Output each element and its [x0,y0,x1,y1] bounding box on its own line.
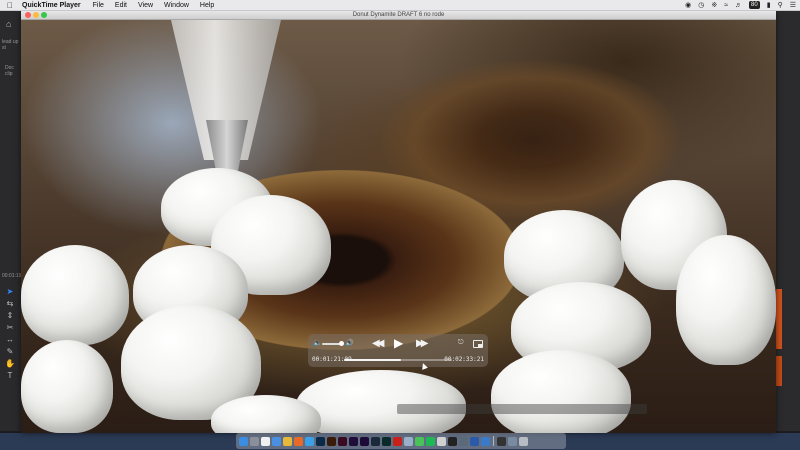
menu-help[interactable]: Help [200,2,214,9]
apple-logo-icon[interactable]:  [6,1,14,10]
type-tool-icon[interactable]: T [5,372,15,380]
selection-tool-icon[interactable]: ➤ [5,288,15,296]
indesign-icon[interactable] [338,436,347,446]
volume-high-icon[interactable]: 🔊 [345,339,354,347]
finder-icon[interactable] [239,436,248,446]
play-button[interactable]: ▶ [394,336,403,350]
launchpad-icon[interactable] [250,436,259,446]
editor-label: lead up st [2,39,19,51]
app-icon[interactable] [437,436,446,446]
fast-forward-button[interactable]: ▶▶ [416,338,429,349]
battery-icon[interactable]: ▮ [767,1,771,9]
playback-controls[interactable]: 🔈 🔊 ◀◀ ▶ ▶▶ ⎋ 00:01:21:09 00:02:33:21 [308,334,488,370]
duration-time: 00:02:33:21 [444,356,484,363]
dock [236,433,566,449]
tool-palette: ➤ ⇆ ⇕ ✂ ↔ ✎ ✋ T [5,288,15,380]
status-area: ◉ ◷ ※ ≈ ♬ 80 ▮ ⚲ ☰ [685,0,796,10]
safari-icon[interactable] [305,436,314,446]
media-encoder-icon[interactable] [371,436,380,446]
word-icon[interactable] [470,436,479,446]
quicktime-window: Donut Dynamite DRAFT 6 no rode 🔈 🔊 ◀◀ ▶ … [21,11,776,433]
background-app-edge [776,11,800,431]
dock-separator [493,436,494,446]
premiere-icon[interactable] [360,436,369,446]
razor-tool-icon[interactable]: ✂ [5,324,15,332]
after-effects-icon[interactable] [349,436,358,446]
scrub-bar-progress [344,359,402,361]
track-select-tool-icon[interactable]: ⇆ [5,300,15,308]
firefox-icon[interactable] [294,436,303,446]
video-frame[interactable] [21,20,776,433]
volume-low-icon[interactable]: 🔈 [313,339,322,347]
meringue-kiss [676,235,776,365]
trash-icon[interactable] [519,436,528,446]
pen-tool-icon[interactable]: ✎ [5,348,15,356]
menu-edit[interactable]: Edit [115,2,127,9]
timeline-clip [776,356,782,386]
menu-app-name[interactable]: QuickTime Player [22,2,81,9]
wifi-icon[interactable]: ≈ [724,2,728,9]
bluetooth-icon[interactable]: ※ [711,1,717,9]
chrome-icon[interactable] [283,436,292,446]
blurred-notification-bar [397,404,647,414]
screen-capture-icon[interactable] [497,436,506,446]
menu-window[interactable]: Window [164,2,189,9]
menu-file[interactable]: File [93,2,104,9]
folder-icon[interactable] [404,436,413,446]
notification-center-icon[interactable]: ☰ [790,1,796,9]
calendar-icon[interactable] [261,436,270,446]
timeline-clip [776,289,782,349]
editor-label: Doc clip [5,65,14,77]
menu-view[interactable]: View [138,2,153,9]
messages-icon[interactable] [415,436,424,446]
audition-icon[interactable] [382,436,391,446]
timecode-label: 00:01:19: [2,273,23,279]
share-icon[interactable]: ⎋ [458,339,464,347]
hand-tool-icon[interactable]: ✋ [5,360,15,368]
search-icon[interactable]: ⚲ [778,1,783,9]
terminal-icon[interactable] [448,436,457,446]
acrobat-icon[interactable] [393,436,402,446]
photoshop-icon[interactable] [316,436,325,446]
spotify-icon[interactable] [426,436,435,446]
meringue-kiss [296,370,466,433]
status-badge[interactable]: 80 [749,1,760,9]
window-title: Donut Dynamite DRAFT 6 no rode [352,12,445,18]
window-titlebar[interactable]: Donut Dynamite DRAFT 6 no rode [21,11,776,20]
ripple-edit-tool-icon[interactable]: ⇕ [5,312,15,320]
menu-bar:  QuickTime Player File Edit View Window… [0,0,800,11]
meringue-kiss [491,350,631,433]
meringue-kiss [21,245,129,345]
time-machine-icon[interactable]: ◷ [698,1,704,9]
illustrator-icon[interactable] [327,436,336,446]
slip-tool-icon[interactable]: ↔ [5,336,15,344]
home-icon[interactable]: ⌂ [6,20,15,29]
mail-icon[interactable] [272,436,281,446]
volume-slider-knob[interactable] [339,341,344,346]
editor-sidebar: ⌂ lead up st Doc clip 00:01:19: ➤ ⇆ ⇕ ✂ … [0,11,23,431]
downloads-icon[interactable] [508,436,517,446]
rewind-button[interactable]: ◀◀ [372,338,385,349]
app-icon[interactable] [481,436,490,446]
screen-record-icon[interactable]: ◉ [685,1,691,9]
scrub-bar[interactable] [344,359,452,361]
app-icon[interactable] [459,436,468,446]
volume-icon[interactable]: ♬ [735,2,742,9]
picture-in-picture-icon[interactable] [473,340,483,348]
meringue-kiss [21,340,113,433]
